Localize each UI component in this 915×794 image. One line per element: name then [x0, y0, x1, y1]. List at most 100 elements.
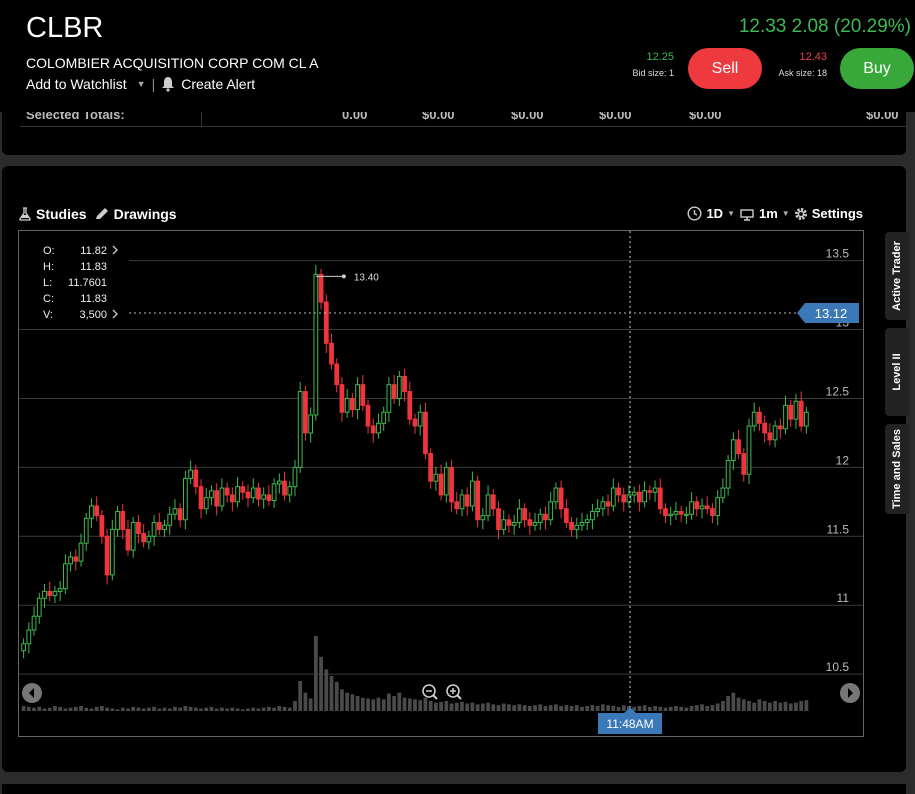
volume-bar: [381, 699, 386, 711]
candle: [417, 411, 423, 427]
row-divider: [20, 126, 906, 127]
candle: [396, 375, 402, 399]
last-price-label: 13.12: [815, 306, 848, 321]
candle: [303, 391, 308, 434]
volume-bar: [366, 698, 370, 711]
candle: [475, 480, 481, 521]
candle: [788, 404, 794, 420]
flask-icon[interactable]: [18, 207, 32, 221]
chevron-down-icon[interactable]: ▼: [782, 209, 790, 218]
candle: [683, 513, 689, 516]
candle-interval-icon[interactable]: [739, 207, 755, 221]
candle: [203, 497, 209, 510]
totals-value: 0.00: [342, 112, 368, 122]
volume-bar: [569, 706, 574, 711]
totals-value: $0.00: [866, 112, 899, 122]
volume-bar: [799, 701, 804, 711]
chart-canvas[interactable]: 13.51312.51211.51110.5 13.1213.4011:48AM…: [19, 231, 863, 736]
y-tick-label: 12.5: [826, 384, 850, 398]
candle: [480, 515, 486, 521]
ohlc-value: 11.82: [80, 245, 107, 257]
candle: [647, 490, 653, 493]
volume-bar: [131, 706, 136, 711]
candle: [31, 615, 37, 631]
volume-bar: [251, 707, 256, 711]
volume-bar: [73, 706, 78, 711]
gear-icon[interactable]: [794, 207, 808, 221]
volume-bar: [470, 702, 475, 711]
volume-bar: [778, 702, 783, 711]
handle: [456, 694, 462, 700]
volume-bar: [21, 706, 26, 711]
candle: [532, 522, 538, 526]
zoom-in-icon[interactable]: [446, 684, 462, 700]
volume-bar: [731, 692, 736, 711]
tab-level-ii[interactable]: Level II: [885, 328, 909, 416]
volume-bar: [199, 708, 203, 711]
y-tick-label: 11.5: [827, 522, 850, 536]
volume-bar: [402, 697, 407, 711]
volume-bar: [324, 669, 329, 711]
candle: [428, 453, 434, 482]
candle: [423, 411, 428, 455]
volume-bar: [376, 697, 381, 711]
candle: [543, 513, 548, 521]
ohlc-label: O:: [43, 245, 55, 257]
totals-value: $0.00: [689, 112, 722, 122]
ohlc-value: 11.7601: [68, 277, 107, 289]
candle: [600, 501, 606, 510]
bell-icon[interactable]: [161, 76, 175, 92]
volume-bar: [595, 706, 600, 711]
candle: [261, 494, 267, 500]
company-name: COLOMBIER ACQUISITION CORP COM CL A: [26, 55, 319, 71]
settings-button[interactable]: Settings: [812, 206, 863, 221]
chart-tools-right: 1D ▼ 1m ▼ Settings: [687, 206, 863, 221]
volume-bar: [230, 707, 235, 711]
chevron-down-icon[interactable]: ▼: [137, 79, 146, 89]
volume-bar: [522, 705, 527, 711]
volume-bar: [319, 656, 323, 711]
volume-bar: [642, 705, 647, 711]
studies-button[interactable]: Studies: [36, 206, 87, 222]
volume-bar: [794, 702, 798, 711]
pencil-icon[interactable]: [94, 207, 110, 221]
candle: [355, 384, 360, 410]
buy-button[interactable]: Buy: [840, 48, 914, 89]
volume-bar: [100, 706, 104, 711]
candle: [381, 411, 387, 424]
volume-bar: [590, 705, 595, 711]
price-chart[interactable]: 13.51312.51211.51110.5 13.1213.4011:48AM…: [18, 230, 864, 737]
volume-bar: [538, 704, 543, 711]
ohlc-value: 11.83: [80, 293, 107, 305]
volume-bar: [564, 705, 569, 711]
volume-bar: [653, 706, 657, 711]
tab-time-and-sales[interactable]: Time and Sales: [885, 424, 909, 514]
chevron-down-icon[interactable]: ▼: [727, 209, 735, 218]
add-to-watchlist-link[interactable]: Add to Watchlist: [26, 76, 127, 92]
volume-bar: [548, 705, 553, 711]
candle: [167, 513, 173, 526]
sell-button[interactable]: Sell: [688, 48, 762, 89]
candle: [344, 397, 350, 413]
drawings-button[interactable]: Drawings: [114, 206, 177, 222]
candle: [329, 342, 334, 365]
interval-select[interactable]: 1m: [759, 206, 778, 221]
volume-bar: [637, 706, 642, 711]
create-alert-link[interactable]: Create Alert: [181, 76, 255, 92]
y-tick-label: 10.5: [826, 660, 850, 674]
clock-icon[interactable]: [687, 206, 702, 221]
ticker-symbol: CLBR: [26, 12, 104, 44]
volume-bar: [752, 702, 757, 711]
volume-bar: [308, 698, 313, 711]
zoom-out-icon[interactable]: [422, 684, 438, 700]
candle: [449, 466, 454, 503]
tab-active-trader[interactable]: Active Trader: [885, 232, 909, 320]
range-select[interactable]: 1D: [706, 206, 723, 221]
candle: [386, 384, 392, 413]
volume-bar: [433, 702, 438, 711]
last-price-change: 12.33 2.08 (20.29%): [738, 16, 911, 37]
volume-bar: [246, 708, 250, 711]
candle: [229, 494, 235, 503]
volume-bar: [162, 707, 167, 711]
volume-bar: [721, 701, 725, 711]
